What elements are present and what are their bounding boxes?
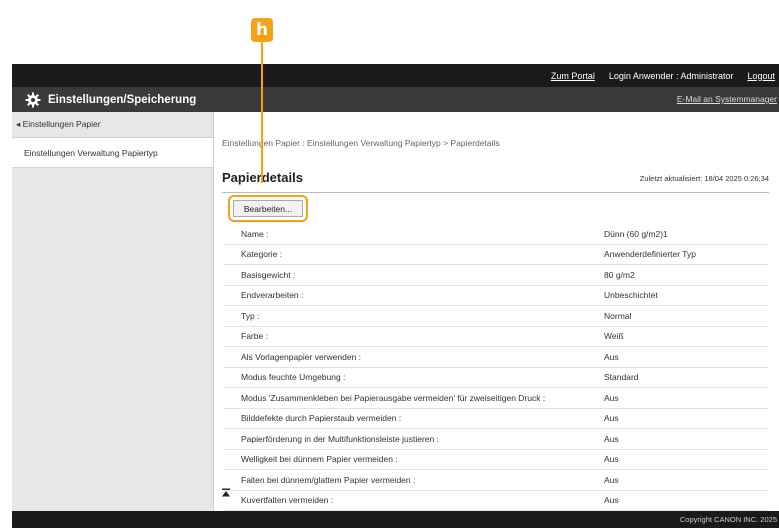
detail-row-category: Kategorie : Anwenderdefinierter Typ <box>224 245 769 265</box>
detail-value: Aus <box>604 392 619 403</box>
login-user-text: Login Anwender : Administrator <box>608 70 734 81</box>
detail-label: Kategorie : <box>241 249 283 260</box>
main-content: Einstellungen Papier : Einstellungen Ver… <box>214 112 779 511</box>
detail-value: Aus <box>604 433 619 444</box>
detail-value: Dünn (60 g/m2)1 <box>604 228 668 239</box>
detail-value: Aus <box>604 351 619 362</box>
detail-row-thin-curl: Welligkeit bei dünnem Papier vermeiden :… <box>224 450 769 470</box>
detail-label: Falten bei dünnem/glattem Papier vermeid… <box>241 474 416 485</box>
detail-value: Unbeschichtet <box>604 290 658 301</box>
detail-label: Typ : <box>241 310 260 321</box>
detail-label: Modus 'Zusammenkleben bei Papierausgabe … <box>241 392 546 403</box>
mail-system-manager-link[interactable]: E-Mail an Systemmanager <box>677 94 777 104</box>
detail-row-envelope-wrinkle: Kuvertfalten vermeiden : Aus <box>224 491 769 511</box>
detail-value: Anwenderdefinierter Typ <box>604 249 696 260</box>
sidebar: ◂ Einstellungen Papier Einstellungen Ver… <box>12 112 214 511</box>
copyright-text: Copyright CANON INC. 2025 <box>679 515 777 524</box>
detail-value: 80 g/m2 <box>604 269 635 280</box>
detail-row-humid-mode: Modus feuchte Umgebung : Standard <box>224 368 769 388</box>
annotation-leader-line <box>261 42 263 183</box>
detail-value: Weiß <box>604 331 624 342</box>
detail-value: Aus <box>604 474 619 485</box>
sidebar-item-paper-type-management[interactable]: Einstellungen Verwaltung Papiertyp <box>12 138 213 168</box>
top-bar: Zum Portal Login Anwender : Administrato… <box>12 64 779 87</box>
detail-row-name: Name : Dünn (60 g/m2)1 <box>224 224 769 245</box>
detail-row-basis-weight: Basisgewicht : 80 g/m2 <box>224 265 769 286</box>
detail-row-color: Farbe : Weiß <box>224 327 769 347</box>
detail-row-finish: Endverarbeiten : Unbeschichtet <box>224 286 769 306</box>
detail-label: Bilddefekte durch Papierstaub vermeiden … <box>241 413 402 424</box>
detail-value: Aus <box>604 413 619 424</box>
detail-value: Standard <box>604 372 639 383</box>
last-update-timestamp: Zuletzt aktualisiert: 18/04 2025 0:26:34 <box>639 174 769 183</box>
gear-icon <box>25 92 41 107</box>
detail-row-duplex-sticking: Modus 'Zusammenkleben bei Papierausgabe … <box>224 388 769 409</box>
detail-row-type: Typ : Normal <box>224 306 769 327</box>
detail-row-paper-dust: Bilddefekte durch Papierstaub vermeiden … <box>224 409 769 429</box>
scroll-to-top-icon[interactable] <box>221 488 231 498</box>
detail-row-template-paper: Als Vorlagenpapier verwenden : Aus <box>224 347 769 368</box>
detail-row-thin-wrinkle: Falten bei dünnem/glattem Papier vermeid… <box>224 470 769 491</box>
detail-label: Name : <box>241 228 269 239</box>
detail-value: Aus <box>604 454 619 465</box>
detail-label: Als Vorlagenpapier verwenden : <box>241 351 362 362</box>
title-divider <box>222 192 769 193</box>
detail-row-multipurpose-feed: Papierförderung in der Multifunktionslei… <box>224 429 769 450</box>
detail-label: Modus feuchte Umgebung : <box>241 372 346 383</box>
detail-label: Farbe : <box>241 331 268 342</box>
logout-link[interactable]: Logout <box>747 71 775 81</box>
annotation-marker-h: h <box>251 18 273 42</box>
detail-label: Welligkeit bei dünnem Papier vermeiden : <box>241 454 398 465</box>
edit-button-highlight <box>228 195 308 222</box>
breadcrumb: Einstellungen Papier : Einstellungen Ver… <box>222 138 500 148</box>
portal-link[interactable]: Zum Portal <box>551 71 595 81</box>
header-bar: Einstellungen/Speicherung E-Mail an Syst… <box>12 87 779 112</box>
app-title: Einstellungen/Speicherung <box>48 93 197 106</box>
detail-value: Normal <box>604 310 632 321</box>
paper-details-list: Name : Dünn (60 g/m2)1 Kategorie : Anwen… <box>224 224 769 511</box>
detail-label: Endverarbeiten : <box>241 290 304 301</box>
footer: Copyright CANON INC. 2025 <box>12 511 779 528</box>
detail-label: Kuvertfalten vermeiden : <box>241 495 334 506</box>
detail-label: Papierförderung in der Multifunktionslei… <box>241 433 439 444</box>
sidebar-back-link[interactable]: ◂ Einstellungen Papier <box>12 112 213 138</box>
detail-label: Basisgewicht : <box>241 269 296 280</box>
detail-value: Aus <box>604 495 619 506</box>
